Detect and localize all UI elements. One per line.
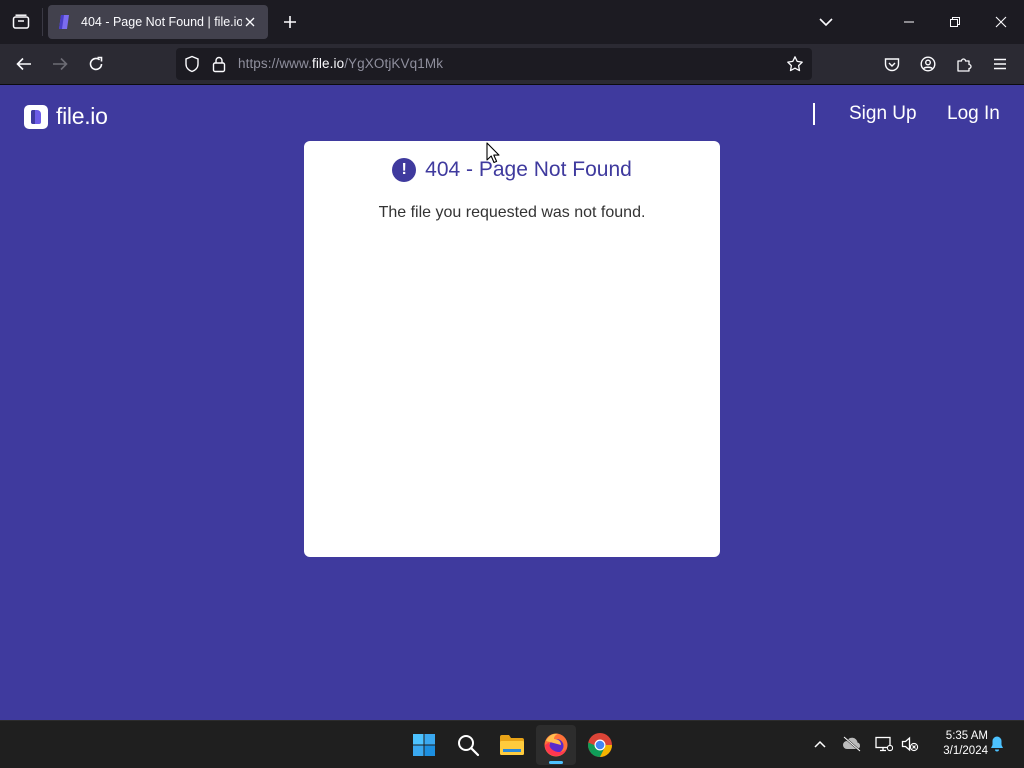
chevron-up-icon xyxy=(814,740,826,748)
arrow-right-icon xyxy=(53,57,68,71)
windows-logo-icon xyxy=(413,734,435,756)
restore-icon xyxy=(950,17,960,27)
login-link[interactable]: Log In xyxy=(947,103,1000,125)
puzzle-icon xyxy=(957,58,972,72)
notifications-button[interactable] xyxy=(986,733,1008,755)
fileio-favicon-icon xyxy=(59,15,69,29)
app-menu-button[interactable] xyxy=(986,50,1014,78)
exclamation-circle-icon: ! xyxy=(392,158,417,182)
error-heading: ! 404 - Page Not Found xyxy=(304,158,720,182)
network-tray-button[interactable] xyxy=(873,733,895,755)
arrow-left-icon xyxy=(16,57,31,71)
back-button[interactable] xyxy=(10,50,38,78)
close-icon xyxy=(995,16,1007,28)
navigation-toolbar: https://www.file.io/YgXOtjKVq1Mk xyxy=(0,44,1024,85)
address-bar[interactable]: https://www.file.io/YgXOtjKVq1Mk xyxy=(176,48,812,80)
tracking-protection-shield-icon[interactable] xyxy=(184,55,200,73)
active-app-indicator xyxy=(549,761,563,764)
network-icon xyxy=(875,736,893,752)
folder-icon xyxy=(500,735,524,755)
url-prefix: https://www. xyxy=(238,56,312,71)
signup-link[interactable]: Sign Up xyxy=(849,103,917,125)
taskbar-search-button[interactable] xyxy=(448,725,488,765)
extensions-button[interactable] xyxy=(950,50,978,78)
clock-time: 5:35 AM xyxy=(945,730,988,742)
volume-tray-button[interactable] xyxy=(899,733,921,755)
firefox-icon xyxy=(544,733,568,757)
show-hidden-icons-button[interactable] xyxy=(809,733,831,755)
fileio-logo-icon xyxy=(24,104,48,129)
tab-title: 404 - Page Not Found | file.io xyxy=(81,15,242,29)
onedrive-tray-button[interactable] xyxy=(841,733,863,755)
url-host: file.io xyxy=(311,56,345,71)
restore-button[interactable] xyxy=(932,0,978,44)
fileio-logo[interactable]: file.io xyxy=(24,103,108,130)
chrome-taskbar-button[interactable] xyxy=(580,725,620,765)
tab-close-icon[interactable] xyxy=(242,14,258,30)
reload-button[interactable] xyxy=(82,50,110,78)
url-path: /YgXOtjKVq1Mk xyxy=(344,56,444,71)
error-message: The file you requested was not found. xyxy=(378,204,646,221)
firefox-taskbar-button[interactable] xyxy=(536,725,576,765)
forward-button[interactable] xyxy=(46,50,74,78)
file-explorer-button[interactable] xyxy=(492,725,532,765)
cloud-offline-icon xyxy=(843,736,861,752)
bell-icon xyxy=(991,736,1003,752)
minimize-icon xyxy=(904,21,914,23)
list-all-tabs-button[interactable] xyxy=(814,10,838,34)
system-clock[interactable]: 5:35 AM 3/1/2024 xyxy=(926,729,988,759)
search-icon xyxy=(458,735,480,757)
pocket-button[interactable] xyxy=(878,50,906,78)
start-button[interactable] xyxy=(404,725,444,765)
hamburger-menu-icon xyxy=(994,58,1006,70)
chrome-icon xyxy=(588,733,612,757)
error-title: 404 - Page Not Found xyxy=(425,158,632,181)
url-text[interactable]: https://www.file.io/YgXOtjKVq1Mk xyxy=(238,56,443,71)
taskbar: 5:35 AM 3/1/2024 xyxy=(0,720,1024,768)
lock-icon[interactable] xyxy=(212,55,226,73)
pocket-icon xyxy=(884,57,900,71)
reload-icon xyxy=(89,56,103,71)
volume-muted-icon xyxy=(901,736,919,752)
header-divider xyxy=(813,103,815,125)
firefox-view-icon xyxy=(12,14,30,29)
web-page: file.io Sign Up Log In ! 404 - Page Not … xyxy=(0,85,1024,720)
firefox-view-button[interactable] xyxy=(0,0,42,44)
account-button[interactable] xyxy=(914,50,942,78)
clock-date: 3/1/2024 xyxy=(943,745,988,757)
tab-strip-separator xyxy=(42,8,43,36)
error-card: ! 404 - Page Not Found The file you requ… xyxy=(304,141,720,557)
bookmark-star-icon[interactable] xyxy=(786,55,804,73)
close-window-button[interactable] xyxy=(978,0,1024,44)
chevron-down-icon xyxy=(819,18,833,27)
logo-text: file.io xyxy=(56,103,108,129)
plus-icon xyxy=(284,16,296,28)
account-icon xyxy=(920,56,936,72)
tab-strip: 404 - Page Not Found | file.io xyxy=(0,0,1024,44)
active-tab[interactable]: 404 - Page Not Found | file.io xyxy=(48,5,268,39)
minimize-button[interactable] xyxy=(886,0,932,44)
mouse-cursor-icon xyxy=(486,142,500,164)
new-tab-button[interactable] xyxy=(278,10,302,34)
